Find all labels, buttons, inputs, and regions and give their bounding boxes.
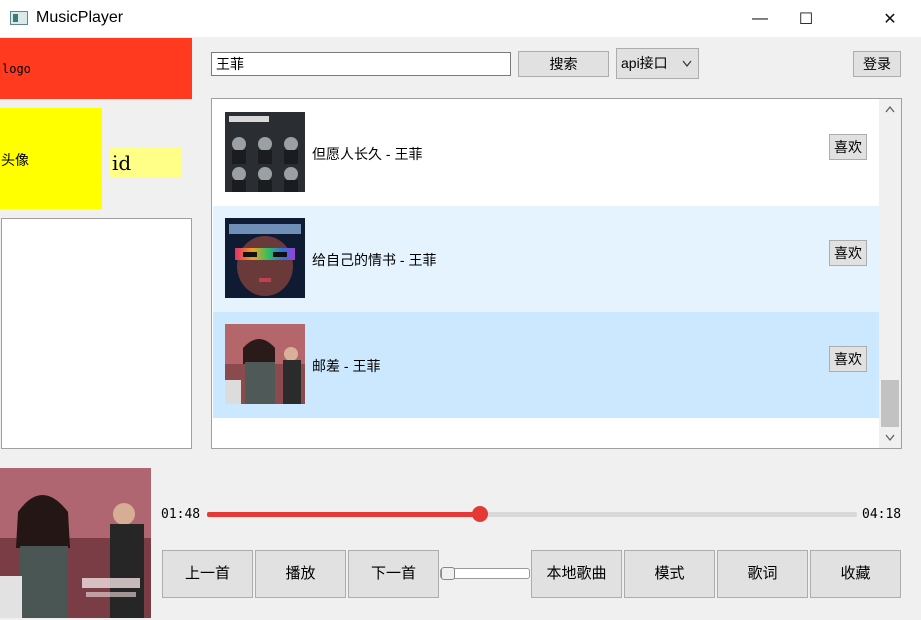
progress-slider[interactable] [207, 506, 857, 522]
app-icon [10, 11, 28, 25]
album-cover [225, 218, 305, 298]
search-input[interactable] [211, 52, 511, 76]
window-title: MusicPlayer [36, 9, 124, 26]
title-bar: MusicPlayer — ☐ ✕ [0, 0, 921, 38]
song-title: 邮差 - 王菲 [312, 358, 381, 374]
favorites-button[interactable]: 收藏 [810, 550, 901, 598]
chevron-up-icon[interactable] [879, 101, 901, 119]
playlist-panel[interactable] [1, 218, 192, 449]
play-button[interactable]: 播放 [255, 550, 346, 598]
progress-handle[interactable] [472, 506, 488, 522]
elapsed-time: 01:48 [161, 507, 201, 522]
album-cover [225, 324, 305, 404]
user-id-label: id [110, 148, 182, 178]
login-button[interactable]: 登录 [853, 51, 901, 77]
song-title: 给自己的情书 - 王菲 [312, 252, 437, 268]
scroll-thumb[interactable] [881, 380, 899, 427]
local-songs-button[interactable]: 本地歌曲 [531, 550, 622, 598]
song-list-scrollbar[interactable] [879, 99, 901, 448]
avatar[interactable]: 头像 [0, 108, 102, 209]
song-list[interactable]: 但愿人长久 - 王菲 喜欢 给自己的情书 - 王菲 喜欢 邮差 - 王菲 喜欢 [211, 98, 902, 449]
volume-handle[interactable] [441, 567, 455, 580]
total-time: 04:18 [862, 507, 902, 522]
album-cover [225, 112, 305, 192]
like-button[interactable]: 喜欢 [829, 346, 867, 372]
volume-slider[interactable] [440, 567, 530, 580]
maximize-button[interactable]: ☐ [783, 0, 829, 38]
mode-button[interactable]: 模式 [624, 550, 715, 598]
main-window: logo 头像 id 搜索 api接口 登录 [0, 38, 921, 620]
song-title: 但愿人长久 - 王菲 [312, 146, 423, 162]
api-select[interactable]: api接口 [616, 48, 699, 79]
api-select-value: api接口 [621, 55, 668, 71]
previous-button[interactable]: 上一首 [162, 550, 253, 598]
minimize-button[interactable]: — [737, 0, 783, 38]
progress-fill [207, 512, 480, 517]
song-row[interactable]: 邮差 - 王菲 喜欢 [213, 312, 879, 418]
song-row[interactable]: 但愿人长久 - 王菲 喜欢 [213, 100, 879, 206]
next-button[interactable]: 下一首 [348, 550, 439, 598]
song-row[interactable]: 给自己的情书 - 王菲 喜欢 [213, 206, 879, 312]
search-button[interactable]: 搜索 [518, 51, 609, 77]
close-button[interactable]: ✕ [866, 0, 914, 38]
like-button[interactable]: 喜欢 [829, 240, 867, 266]
logo: logo [0, 38, 192, 99]
like-button[interactable]: 喜欢 [829, 134, 867, 160]
now-playing-cover [0, 468, 151, 618]
chevron-down-icon[interactable] [879, 428, 901, 446]
chevron-down-icon [682, 49, 692, 91]
lyrics-button[interactable]: 歌词 [717, 550, 808, 598]
